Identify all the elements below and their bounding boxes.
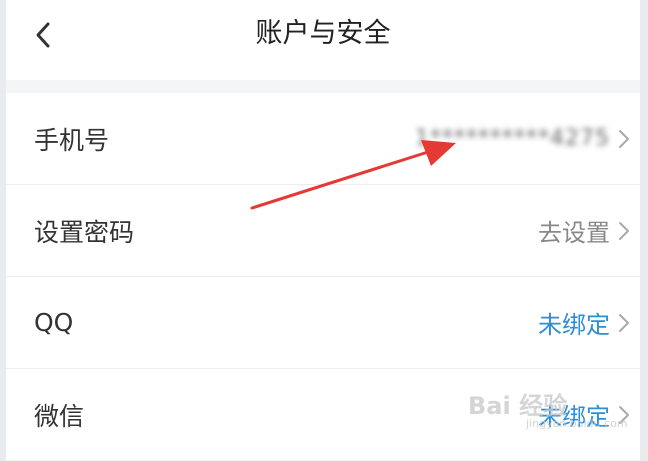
chevron-right-icon xyxy=(618,405,630,425)
qq-bind-status: 未绑定 xyxy=(538,311,610,339)
row-label: 微信 xyxy=(34,401,85,431)
set-password-value: 去设置 xyxy=(538,219,610,247)
row-label: 手机号 xyxy=(34,125,110,155)
wechat-bind-status: 未绑定 xyxy=(538,403,610,431)
set-password-row[interactable]: 设置密码 去设置 xyxy=(6,185,640,277)
chevron-right-icon xyxy=(618,313,630,333)
page-title: 账户与安全 xyxy=(255,18,391,49)
account-security-screen: 账户与安全 手机号 1**********4275 设置密码 去设置 QQ 未绑… xyxy=(6,0,640,461)
chevron-right-icon xyxy=(618,221,630,241)
row-label: QQ xyxy=(34,308,74,337)
phone-number-row[interactable]: 手机号 1**********4275 xyxy=(6,93,640,185)
qq-row[interactable]: QQ 未绑定 xyxy=(6,277,640,369)
chevron-right-icon xyxy=(618,129,630,149)
phone-number-value: 1**********4275 xyxy=(415,126,610,151)
settings-list: 手机号 1**********4275 设置密码 去设置 QQ 未绑定 微信 未… xyxy=(6,93,640,460)
wechat-row[interactable]: 微信 未绑定 xyxy=(6,369,640,460)
row-label: 设置密码 xyxy=(34,217,135,247)
top-bar: 账户与安全 xyxy=(6,0,640,80)
device-frame-right xyxy=(640,0,648,461)
